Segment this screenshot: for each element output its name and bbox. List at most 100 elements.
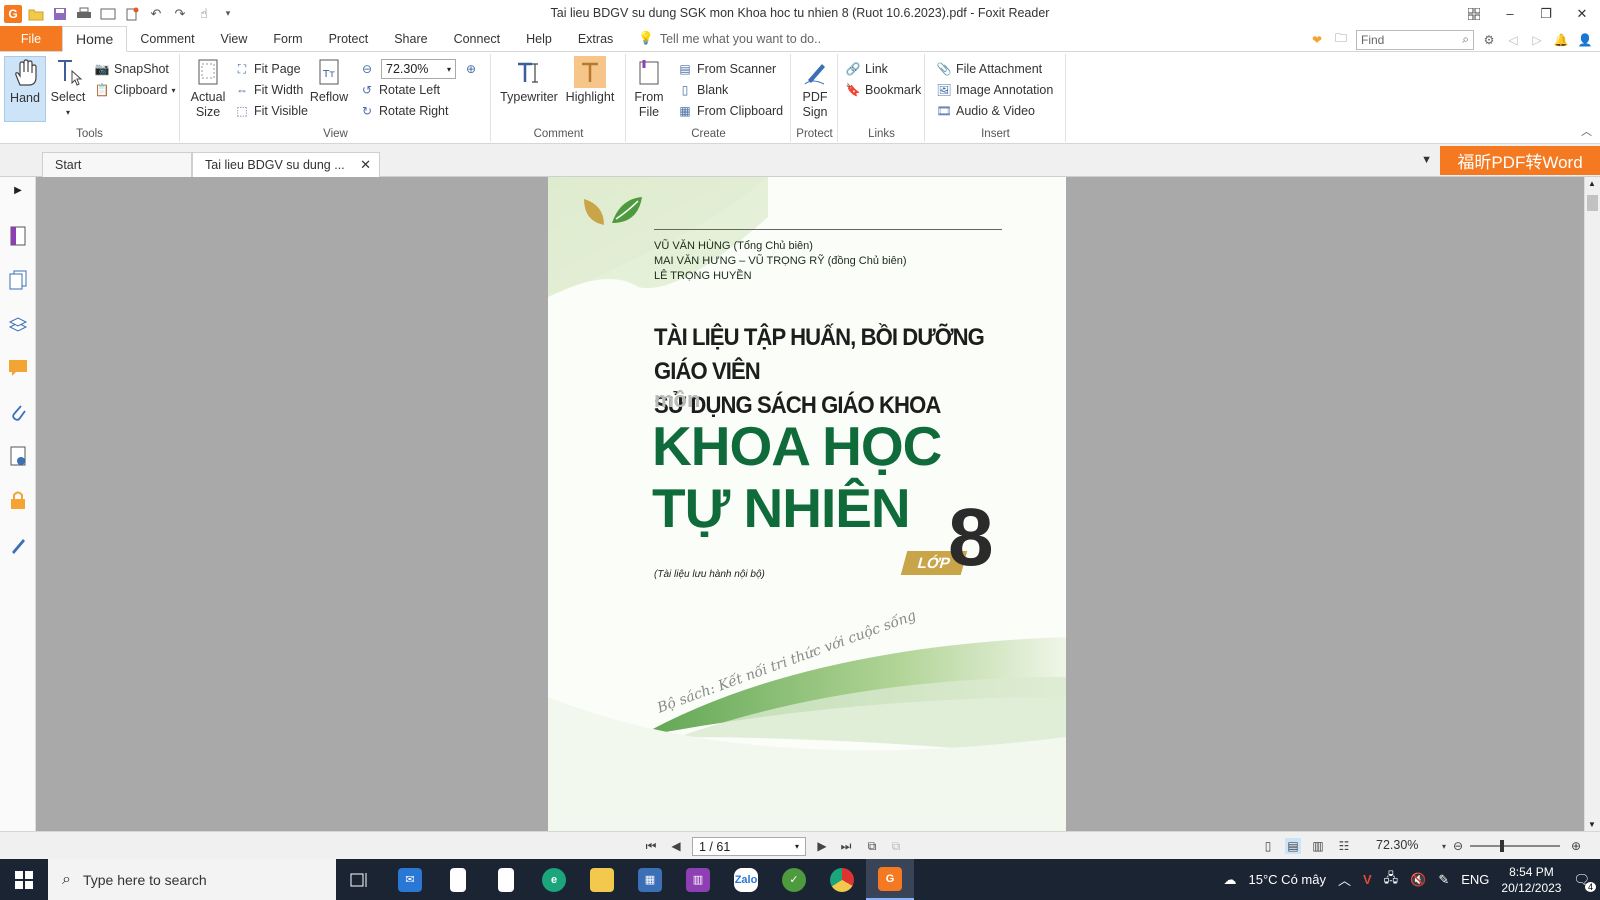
tab-list-dropdown-icon[interactable]: ▼	[1421, 154, 1432, 166]
tile-icon[interactable]	[1456, 0, 1492, 27]
fit-visible-button[interactable]: ⬚ Fit Visible	[234, 101, 308, 121]
save-icon[interactable]	[50, 4, 70, 24]
attachments-panel-icon[interactable]	[7, 401, 29, 423]
tab-file[interactable]: File	[0, 26, 62, 51]
tab-view[interactable]: View	[208, 26, 261, 51]
search-folder-icon[interactable]: 🗀	[1332, 31, 1350, 49]
scan-icon[interactable]	[98, 4, 118, 24]
signatures-panel-icon[interactable]	[7, 445, 29, 467]
tab-comment[interactable]: Comment	[127, 26, 207, 51]
tab-help[interactable]: Help	[513, 26, 565, 51]
snapshot-button[interactable]: 📷 SnapShot	[94, 59, 169, 79]
prev-result-icon[interactable]: ◁	[1504, 31, 1522, 49]
antivirus-icon[interactable]: V	[1363, 872, 1372, 887]
link-button[interactable]: 🔗 Link	[845, 59, 888, 79]
tab-form[interactable]: Form	[260, 26, 315, 51]
next-page-icon[interactable]: ▶	[814, 838, 830, 854]
account-icon[interactable]: 👤	[1576, 31, 1594, 49]
open-icon[interactable]	[26, 4, 46, 24]
weather-text[interactable]: 15°C Có mây	[1249, 872, 1326, 887]
zalo-icon[interactable]: Zalo	[722, 859, 770, 900]
close-button[interactable]: ✕	[1564, 0, 1600, 27]
weather-icon[interactable]: ☁	[1224, 872, 1237, 888]
security-panel-icon[interactable]	[7, 489, 29, 511]
foxit-taskbar-icon[interactable]: G	[866, 859, 914, 900]
tab-protect[interactable]: Protect	[316, 26, 382, 51]
tab-connect[interactable]: Connect	[441, 26, 514, 51]
coccoc-browser-icon[interactable]: ✓	[770, 859, 818, 900]
last-page-icon[interactable]: ⏭	[838, 838, 854, 854]
clipboard-button[interactable]: 📋 Clipboard ▾	[94, 80, 176, 100]
first-page-icon[interactable]: ⏮	[643, 838, 659, 854]
rotate-left-button[interactable]: ↺ Rotate Left	[359, 80, 440, 100]
audio-video-button[interactable]: 🎞 Audio & Video	[936, 101, 1035, 121]
typewriter-button[interactable]: Typewriter	[498, 56, 560, 105]
bookmarks-panel-icon[interactable]	[7, 225, 29, 247]
next-view-icon[interactable]: ⧉	[888, 838, 904, 854]
rotate-right-button[interactable]: ↻ Rotate Right	[359, 101, 449, 121]
edge-browser-icon[interactable]: e	[530, 859, 578, 900]
scroll-up-icon[interactable]: ▲	[1588, 179, 1596, 188]
scroll-thumb[interactable]	[1587, 195, 1598, 211]
page-number-input[interactable]: 1 / 61 ▾	[692, 837, 806, 856]
zoom-slider[interactable]	[1470, 845, 1560, 847]
select-button[interactable]: Select ▾	[48, 56, 88, 120]
language-indicator[interactable]: ENG	[1461, 872, 1489, 887]
tab-active-document[interactable]: Tai lieu BDGV su dung ... ✕	[192, 152, 380, 177]
notifications-icon[interactable]: 🗨 4	[1573, 872, 1596, 892]
close-tab-icon[interactable]: ✕	[360, 157, 371, 173]
fit-page-button[interactable]: ⛶ Fit Page	[234, 59, 301, 79]
taskbar-search[interactable]: ⌕ Type here to search	[48, 859, 336, 900]
file-explorer-icon[interactable]	[578, 859, 626, 900]
tab-start[interactable]: Start	[42, 152, 192, 177]
next-result-icon[interactable]: ▷	[1528, 31, 1546, 49]
start-button[interactable]	[0, 859, 48, 900]
tab-share[interactable]: Share	[381, 26, 440, 51]
pdf-sign-button[interactable]: PDF Sign	[796, 56, 834, 120]
reflow-button[interactable]: Tт Reflow	[309, 56, 349, 105]
foxit-logo-icon[interactable]: G	[4, 4, 22, 23]
status-zoom-out-icon[interactable]: ⊖	[1450, 838, 1466, 854]
hand-tool-qat-icon[interactable]: ☝	[194, 4, 214, 24]
layers-panel-icon[interactable]	[7, 313, 29, 335]
new-icon[interactable]	[122, 4, 142, 24]
zoom-slider-knob[interactable]	[1500, 840, 1504, 852]
customize-qat-icon[interactable]: ▾	[218, 4, 238, 24]
continuous-facing-icon[interactable]: ☷	[1336, 838, 1352, 854]
document-workspace[interactable]: VŨ VĂN HÙNG (Tổng Chủ biên) MAI VĂN HƯNG…	[36, 177, 1584, 831]
hand-button[interactable]: Hand	[4, 56, 46, 122]
continuous-page-icon[interactable]: ▤	[1285, 838, 1301, 854]
actual-size-button[interactable]: Actual Size	[188, 56, 228, 120]
pages-panel-icon[interactable]	[7, 269, 29, 291]
bell-icon[interactable]: 🔔	[1552, 31, 1570, 49]
from-clipboard-button[interactable]: ▦ From Clipboard	[677, 101, 783, 121]
document-app-icon[interactable]	[482, 859, 530, 900]
fit-width-button[interactable]: ⇔ Fit Width	[234, 80, 303, 100]
sign-panel-icon[interactable]	[7, 535, 29, 557]
collapse-ribbon-icon[interactable]: ︿	[1581, 123, 1592, 139]
from-file-button[interactable]: From File	[631, 56, 667, 120]
show-hidden-icons-icon[interactable]: ︿	[1338, 870, 1351, 889]
volume-muted-icon[interactable]: 🔇	[1410, 872, 1426, 888]
scroll-down-icon[interactable]: ▼	[1588, 820, 1596, 829]
single-page-icon[interactable]: ▯	[1260, 838, 1276, 854]
zoom-out-button[interactable]: ⊖	[359, 59, 375, 79]
find-input[interactable]: Find ⌕	[1356, 29, 1474, 50]
file-attachment-button[interactable]: 📎 File Attachment	[936, 59, 1043, 79]
bookmark-button[interactable]: 🔖 Bookmark	[845, 80, 922, 100]
undo-icon[interactable]: ↶	[146, 4, 166, 24]
chrome-icon[interactable]	[818, 859, 866, 900]
status-zoom-in-icon[interactable]: ⊕	[1568, 838, 1584, 854]
highlight-button[interactable]: Highlight	[562, 56, 618, 105]
promo-banner[interactable]: 福昕PDF转Word	[1440, 146, 1600, 175]
pen-icon[interactable]: ✎	[1438, 872, 1449, 888]
tab-extras[interactable]: Extras	[565, 26, 626, 51]
restore-button[interactable]: ❐	[1528, 0, 1564, 27]
task-view-icon[interactable]	[336, 859, 384, 900]
file-app-icon[interactable]	[434, 859, 482, 900]
winrar-icon[interactable]: ▥	[674, 859, 722, 900]
heart-icon[interactable]: ❤	[1308, 31, 1326, 49]
status-zoom[interactable]: 72.30%	[1376, 838, 1418, 852]
facing-page-icon[interactable]: ▥	[1310, 838, 1326, 854]
from-scanner-button[interactable]: ▤ From Scanner	[677, 59, 776, 79]
